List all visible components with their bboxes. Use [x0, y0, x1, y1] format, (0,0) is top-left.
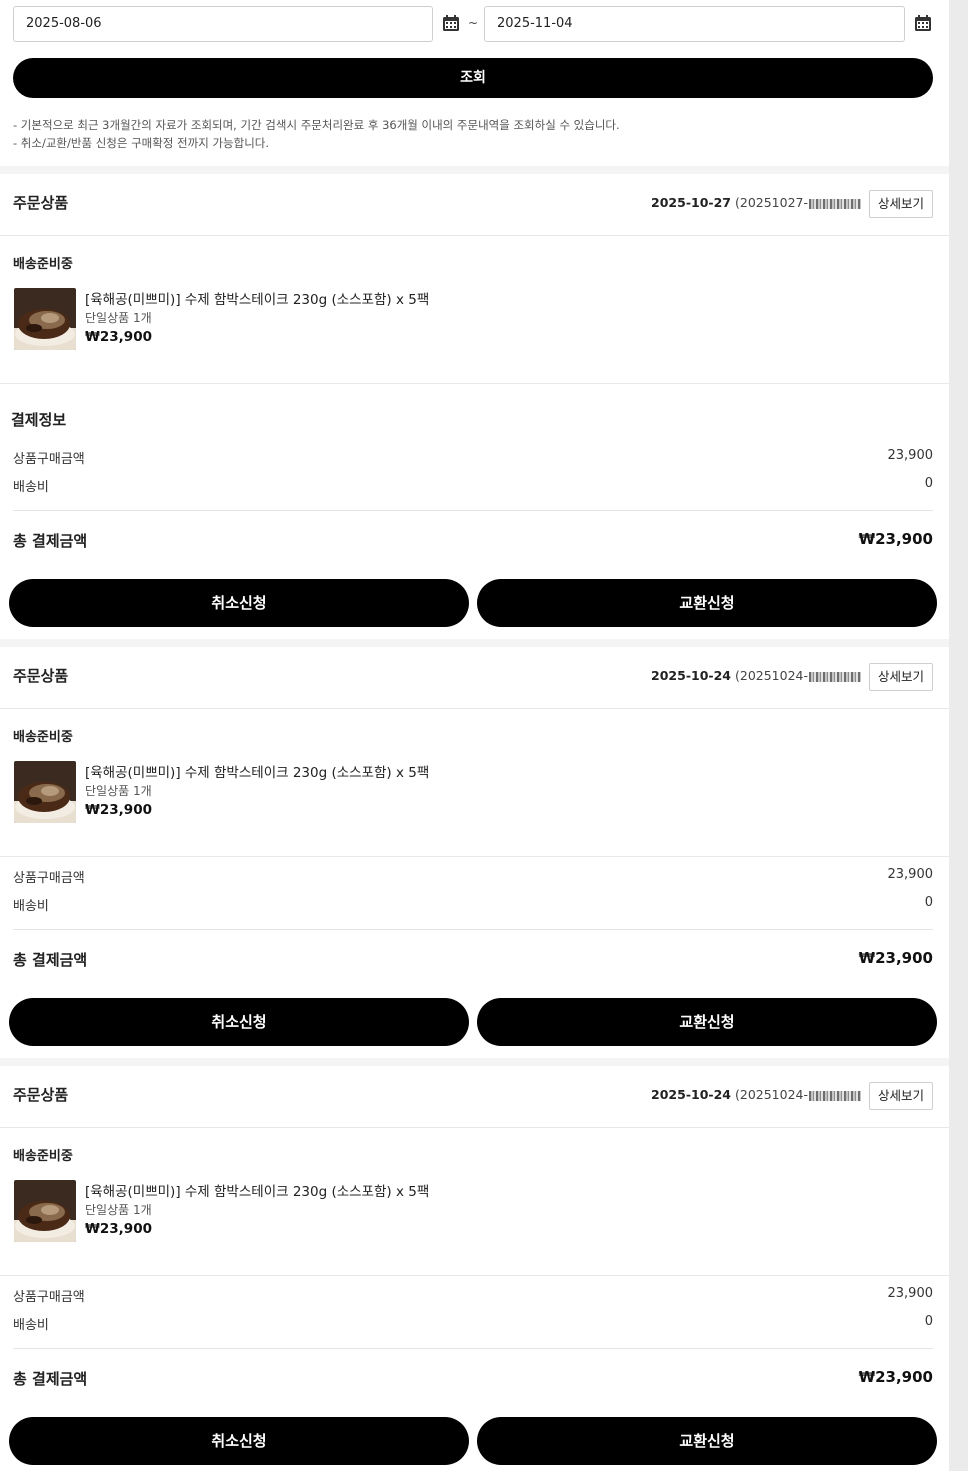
order-status: 배송준비중	[13, 1149, 73, 1164]
product-price: ₩23,900	[85, 802, 152, 818]
search-note: - 취소/교환/반품 신청은 구매확정 전까지 가능합니다.	[13, 136, 270, 150]
divider	[13, 1348, 933, 1349]
product-name[interactable]: [육해공(미쁘미)] 수제 함박스테이크 230g (소스포함) x 5팩	[85, 1180, 429, 1200]
detail-button[interactable]: 상세보기	[869, 190, 933, 218]
divider	[0, 383, 949, 384]
product-price: ₩23,900	[85, 329, 152, 345]
cancel-request-button[interactable]: 취소신청	[9, 998, 469, 1046]
hamburg-steak-thumbnail	[14, 288, 76, 350]
order-status: 배송준비중	[13, 257, 73, 272]
subtotal-label: 상품구매금액	[13, 452, 85, 467]
subtotal-value: 23,900	[887, 448, 934, 463]
product-option: 단일상품 1개	[85, 311, 152, 325]
end-date-input[interactable]: 2025-11-04	[484, 6, 905, 42]
exchange-request-button[interactable]: 교환신청	[477, 579, 937, 627]
divider	[13, 929, 933, 930]
total-label: 총 결제금액	[13, 1370, 88, 1388]
product-option: 단일상품 1개	[85, 784, 152, 798]
masked-order-number	[809, 198, 861, 209]
product-option: 단일상품 1개	[85, 1203, 152, 1217]
total-label: 총 결제금액	[13, 951, 88, 969]
exchange-request-button[interactable]: 교환신청	[477, 1417, 937, 1465]
scrollbar[interactable]	[949, 0, 968, 1471]
product-price: ₩23,900	[85, 1221, 152, 1237]
subtotal-value: 23,900	[887, 867, 934, 882]
product-thumbnail[interactable]	[14, 288, 76, 350]
divider	[0, 1275, 949, 1276]
order-status: 배송준비중	[13, 730, 73, 745]
order-card: 주문상품 2025-10-24 (20251024- 상세보기 배송준비중 [육…	[0, 647, 949, 1058]
shipping-value: 0	[924, 1314, 933, 1329]
order-card: 주문상품 2025-10-27 (20251027- 상세보기 배송준비중 [육…	[0, 174, 949, 639]
shipping-value: 0	[924, 476, 933, 491]
subtotal-label: 상품구매금액	[13, 1290, 85, 1305]
order-date: 2025-10-24	[651, 668, 731, 683]
shipping-value: 0	[924, 895, 933, 910]
hamburg-steak-thumbnail	[14, 761, 76, 823]
calendar-icon[interactable]	[914, 15, 932, 32]
total-value: ₩23,900	[858, 1368, 933, 1386]
hamburg-steak-thumbnail	[14, 1180, 76, 1242]
exchange-request-button[interactable]: 교환신청	[477, 998, 937, 1046]
order-section-title: 주문상품	[13, 194, 69, 212]
shipping-label: 배송비	[13, 1318, 49, 1333]
order-section-title: 주문상품	[13, 667, 69, 685]
order-header: 주문상품 2025-10-27 (20251027- 상세보기	[0, 174, 949, 236]
date-search-panel: 2025-08-06 ~ 2025-11-04 조회 - 기본적으로 최근 3개…	[0, 0, 949, 166]
total-value: ₩23,900	[858, 530, 933, 548]
search-button[interactable]: 조회	[13, 58, 933, 98]
total-label: 총 결제금액	[13, 532, 88, 550]
subtotal-label: 상품구매금액	[13, 871, 85, 886]
product-thumbnail[interactable]	[14, 1180, 76, 1242]
order-section-title: 주문상품	[13, 1086, 69, 1104]
product-name[interactable]: [육해공(미쁘미)] 수제 함박스테이크 230g (소스포함) x 5팩	[85, 761, 429, 781]
calendar-icon[interactable]	[442, 15, 460, 32]
order-date: 2025-10-27	[651, 195, 731, 210]
order-meta: 2025-10-27 (20251027-	[651, 195, 861, 210]
masked-order-number	[809, 1090, 861, 1101]
order-header: 주문상품 2025-10-24 (20251024- 상세보기	[0, 647, 949, 709]
search-note: - 기본적으로 최근 3개월간의 자료가 조회되며, 기간 검색시 주문처리완료…	[13, 118, 620, 132]
divider	[13, 510, 933, 511]
order-meta: 2025-10-24 (20251024-	[651, 668, 861, 683]
date-range-separator: ~	[468, 16, 479, 30]
order-meta: 2025-10-24 (20251024-	[651, 1087, 861, 1102]
subtotal-value: 23,900	[887, 1286, 934, 1301]
order-header: 주문상품 2025-10-24 (20251024- 상세보기	[0, 1066, 949, 1128]
masked-order-number	[809, 671, 861, 682]
search-notes: - 기본적으로 최근 3개월간의 자료가 조회되며, 기간 검색시 주문처리완료…	[13, 116, 620, 152]
order-number: (20251027-	[734, 195, 808, 210]
order-date: 2025-10-24	[651, 1087, 731, 1102]
shipping-label: 배송비	[13, 480, 49, 495]
detail-button[interactable]: 상세보기	[869, 663, 933, 691]
shipping-label: 배송비	[13, 899, 49, 914]
divider	[0, 856, 949, 857]
order-card: 주문상품 2025-10-24 (20251024- 상세보기 배송준비중 [육…	[0, 1066, 949, 1471]
order-number: (20251024-	[734, 1087, 808, 1102]
cancel-request-button[interactable]: 취소신청	[9, 1417, 469, 1465]
start-date-input[interactable]: 2025-08-06	[13, 6, 433, 42]
payment-info-title: 결제정보	[11, 411, 67, 429]
order-number: (20251024-	[734, 668, 808, 683]
total-value: ₩23,900	[858, 949, 933, 967]
cancel-request-button[interactable]: 취소신청	[9, 579, 469, 627]
product-name[interactable]: [육해공(미쁘미)] 수제 함박스테이크 230g (소스포함) x 5팩	[85, 288, 429, 308]
order-history-page: 2025-08-06 ~ 2025-11-04 조회 - 기본적으로 최근 3개…	[0, 0, 949, 1471]
detail-button[interactable]: 상세보기	[869, 1082, 933, 1110]
product-thumbnail[interactable]	[14, 761, 76, 823]
